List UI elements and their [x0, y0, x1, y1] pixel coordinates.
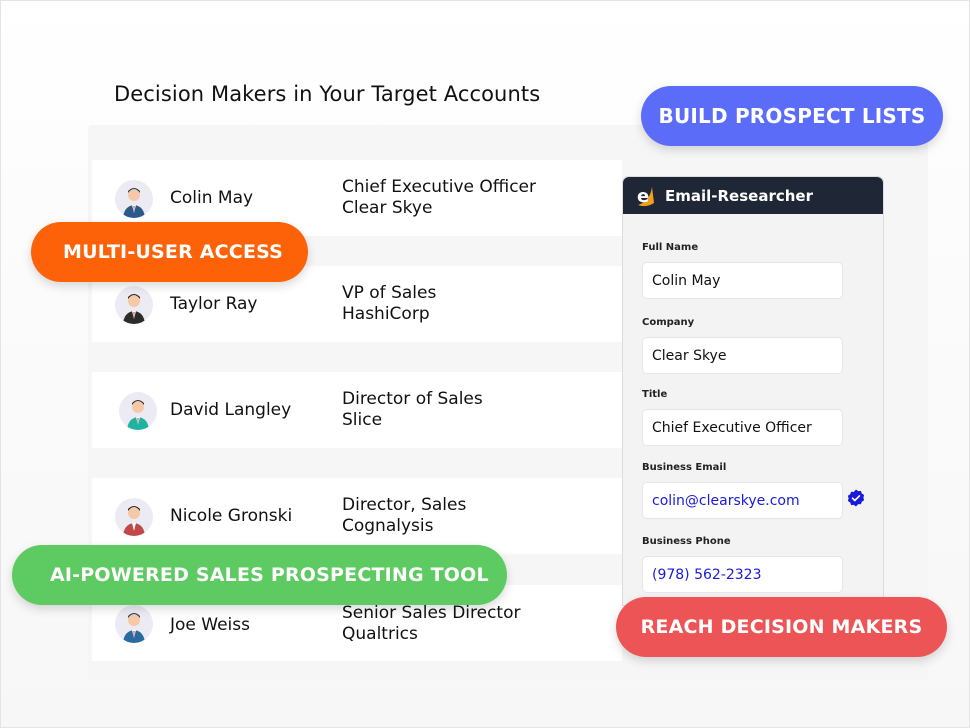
full-name-field[interactable]: Colin May — [642, 262, 843, 299]
email-researcher-logo-icon: e — [637, 186, 654, 207]
contact-name: Joe Weiss — [170, 615, 250, 635]
contact-title: Senior Sales Director — [342, 603, 521, 623]
email-researcher-header: e Email-Researcher — [623, 177, 883, 214]
person-icon — [127, 400, 149, 430]
company-field[interactable]: Clear Skye — [642, 337, 843, 374]
contact-row[interactable]: Nicole Gronski Director, Sales Cognalysi… — [92, 478, 622, 554]
reach-decision-makers-badge[interactable]: REACH DECISION MAKERS — [616, 597, 947, 657]
contact-company: HashiCorp — [342, 304, 430, 324]
person-icon — [123, 613, 145, 643]
business-email-field[interactable]: colin@clearskye.com — [642, 482, 843, 519]
company-label: Company — [642, 317, 695, 328]
title-label: Title — [642, 389, 668, 400]
contact-name: Taylor Ray — [170, 294, 258, 314]
contact-title-company: Senior Sales Director Qualtrics — [342, 603, 520, 645]
contact-row[interactable]: David Langley Director of Sales Slice — [92, 372, 622, 448]
avatar — [115, 605, 153, 643]
contact-name: Nicole Gronski — [170, 506, 293, 526]
person-icon — [123, 188, 145, 218]
contact-title-company: Director of Sales Slice — [342, 389, 483, 431]
contact-name: Colin May — [170, 188, 254, 208]
contact-title: VP of Sales — [342, 283, 437, 303]
business-phone-field[interactable]: (978) 562-2323 — [642, 556, 843, 593]
business-email-label: Business Email — [642, 462, 727, 473]
ai-powered-tool-badge[interactable]: AI-POWERED SALES PROSPECTING TOOL — [12, 545, 507, 605]
contact-title: Director, Sales — [342, 495, 467, 515]
multi-user-access-badge[interactable]: MULTI-USER ACCESS — [31, 222, 308, 282]
contact-title: Chief Executive Officer — [342, 177, 536, 197]
contact-name: David Langley — [170, 400, 292, 420]
avatar — [119, 392, 157, 430]
verified-badge-icon — [847, 489, 865, 507]
contact-title-company: Director, Sales Cognalysis — [342, 495, 466, 537]
avatar — [115, 180, 153, 218]
full-name-label: Full Name — [642, 242, 699, 253]
contact-company: Qualtrics — [342, 624, 418, 644]
contact-title: Director of Sales — [342, 389, 483, 409]
build-prospect-lists-badge[interactable]: BUILD PROSPECT LISTS — [641, 86, 943, 146]
page-title: Decision Makers in Your Target Accounts — [114, 82, 541, 106]
contact-title-company: Chief Executive Officer Clear Skye — [342, 177, 536, 219]
svg-text:e: e — [637, 186, 649, 207]
person-icon — [123, 294, 145, 324]
contact-title-company: VP of Sales HashiCorp — [342, 283, 436, 325]
avatar — [115, 286, 153, 324]
business-phone-label: Business Phone — [642, 536, 731, 547]
contact-company: Cognalysis — [342, 516, 434, 536]
contact-company: Slice — [342, 410, 383, 430]
avatar — [115, 498, 153, 536]
contact-company: Clear Skye — [342, 198, 433, 218]
email-researcher-panel: e Email-Researcher Full Name Colin May C… — [622, 176, 884, 606]
person-icon — [123, 506, 145, 536]
email-researcher-title: Email-Researcher — [665, 186, 813, 205]
title-field[interactable]: Chief Executive Officer — [642, 409, 843, 446]
